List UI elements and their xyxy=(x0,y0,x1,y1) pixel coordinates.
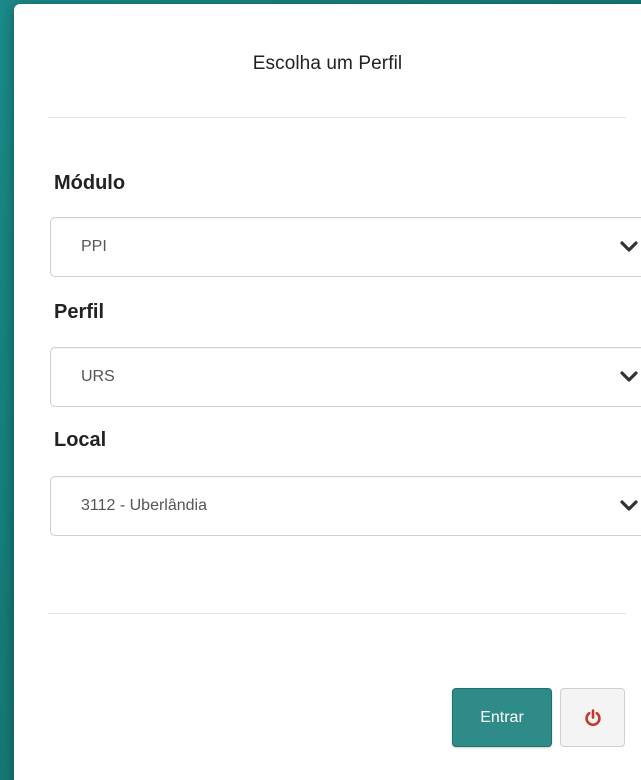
perfil-select[interactable]: URS xyxy=(50,347,641,407)
chevron-down-icon xyxy=(620,500,638,511)
dialog-title: Escolha um Perfil xyxy=(252,53,403,74)
perfil-selected-value: URS xyxy=(81,368,115,385)
modulo-selected-value: PPI xyxy=(81,238,107,255)
enter-button[interactable]: Entrar xyxy=(452,688,552,747)
header-divider xyxy=(48,117,626,118)
local-label: Local xyxy=(54,429,107,451)
logout-button[interactable] xyxy=(560,688,625,747)
chevron-down-icon xyxy=(620,371,638,382)
perfil-label: Perfil xyxy=(54,301,105,323)
modulo-label: Módulo xyxy=(54,172,126,194)
footer-divider xyxy=(48,613,626,614)
modulo-select[interactable]: PPI xyxy=(50,217,641,277)
local-selected-value: 3112 - Uberlândia xyxy=(81,497,208,514)
local-select[interactable]: 3112 - Uberlândia xyxy=(50,476,641,536)
profile-dialog: Escolha um Perfil Módulo PPI Perfil URS … xyxy=(14,4,641,780)
power-icon xyxy=(584,708,601,726)
chevron-down-icon xyxy=(620,241,638,252)
